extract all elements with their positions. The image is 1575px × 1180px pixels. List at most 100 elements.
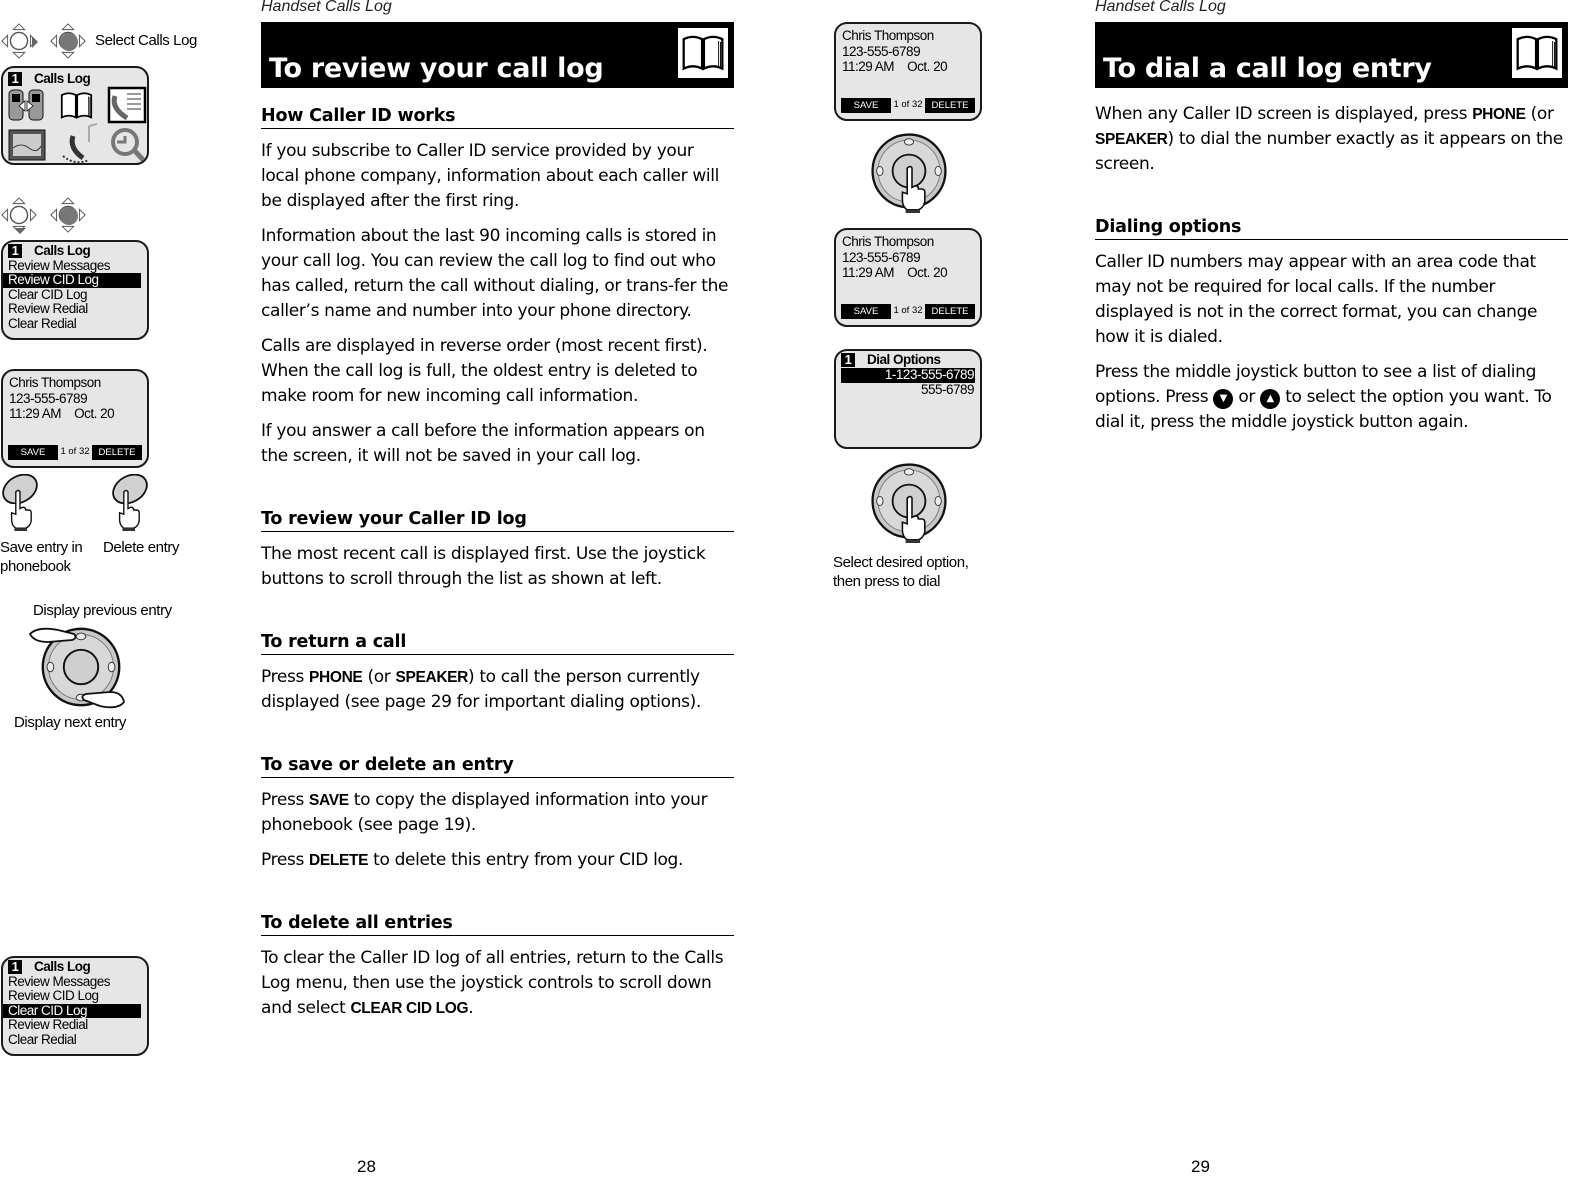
save-softkey[interactable]: SAVE: [8, 445, 58, 460]
menu-title: Calls Log: [34, 243, 91, 258]
call-date: Oct. 20: [907, 265, 948, 280]
finger-press-left-softkey-icon: [0, 474, 40, 532]
menu-item[interactable]: Review Redial: [3, 1017, 147, 1033]
paragraph: Calls are displayed in reverse order (mo…: [261, 336, 708, 406]
step1-dpad-pressed: [49, 22, 87, 60]
paragraph: Press SAVE to copy the displayed informa…: [261, 790, 708, 835]
delete-softkey-press: [108, 474, 150, 536]
menu-title: Dial Options: [867, 352, 941, 367]
picture-icon: [8, 129, 46, 161]
running-head-right: Handset Calls Log: [1095, 0, 1226, 15]
lcd-clear-cid-menu: 1 Calls Log Review Messages Review CID Lo…: [1, 956, 149, 1056]
step2-dpad-pressed: [49, 196, 87, 234]
joystick-center-press: [868, 130, 952, 218]
finger-press-right-softkey-icon: [110, 474, 150, 532]
menu-item[interactable]: Review Redial: [3, 301, 147, 317]
page-number-left: 28: [357, 1157, 376, 1176]
menu-number: 1: [8, 72, 22, 87]
menu-item-selected[interactable]: Review CID Log: [3, 272, 141, 288]
caller-name: Chris Thompson: [842, 28, 934, 43]
lcd-caller-id-entry: Chris Thompson 123-555-6789 11:29 AM Oct…: [1, 369, 149, 468]
menu-item[interactable]: Review Messages: [3, 258, 147, 274]
delete-softkey[interactable]: DELETE: [925, 304, 975, 319]
open-book-icon: [678, 28, 728, 78]
call-time: 11:29 AM: [9, 406, 62, 421]
step1-dpad-hollow: [0, 22, 38, 60]
step2-dpad-down: [0, 196, 38, 234]
joystick-center-press-icon: [871, 133, 947, 214]
entry-counter: 1 of 32: [60, 446, 90, 458]
lcd-calls-log-menu: 1 Calls Log Review Messages Review CID Lo…: [1, 240, 149, 340]
lcd-caller-id-entry: Chris Thompson 123-555-6789 11:29 AM Oct…: [834, 228, 982, 327]
calls-log-icon: [107, 86, 147, 124]
delete-entry-caption: Delete entry: [103, 539, 180, 556]
paragraph: When any Caller ID screen is displayed, …: [1095, 104, 1563, 174]
settings-icon: [111, 128, 147, 163]
call-time: 11:29 AM: [842, 265, 895, 280]
caller-number: 123-555-6789: [9, 390, 88, 406]
call-date: Oct. 20: [907, 59, 948, 74]
joystick-center-press-icon: [871, 463, 947, 544]
menu-number: 1: [841, 353, 855, 368]
save-softkey[interactable]: SAVE: [841, 304, 891, 319]
heading-review-caller-id-log: To review your Caller ID log: [261, 509, 734, 532]
joystick-right-icon: [0, 22, 38, 60]
entry-counter: 1 of 32: [893, 305, 923, 317]
paragraph: Press DELETE to delete this entry from y…: [261, 850, 683, 870]
delete-key-label: DELETE: [309, 852, 369, 869]
page-number-right: 29: [1191, 1157, 1210, 1176]
paragraph: Information about the last 90 incoming c…: [261, 226, 729, 321]
caller-number: 123-555-6789: [842, 249, 921, 265]
joystick-center-pressed-icon: [49, 196, 87, 234]
speaker-key-label: SPEAKER: [1095, 131, 1168, 148]
save-softkey[interactable]: SAVE: [841, 98, 891, 113]
dial-option[interactable]: 555-6789: [836, 382, 980, 398]
caller-name: Chris Thompson: [9, 375, 101, 390]
paragraph: Caller ID numbers may appear with an are…: [1095, 252, 1538, 347]
left-main-column: How Caller ID works If you subscribe to …: [261, 106, 734, 1031]
heading-how-caller-id-works: How Caller ID works: [261, 106, 734, 129]
clear-cid-log-key-label: CLEAR CID LOG: [350, 1000, 469, 1017]
save-key-label: SAVE: [309, 792, 349, 809]
right-main-column: When any Caller ID screen is displayed, …: [1095, 102, 1568, 445]
save-softkey-press: [0, 474, 42, 536]
menu-item[interactable]: Review CID Log: [3, 988, 147, 1004]
call-date: Oct. 20: [74, 406, 115, 421]
banner-title: To dial a call log entry: [1103, 53, 1432, 84]
menu-item[interactable]: Clear CID Log: [3, 287, 147, 303]
menu-title: Calls Log: [34, 959, 91, 974]
menu-item[interactable]: Review Messages: [3, 974, 147, 990]
paragraph: The most recent call is displayed first.…: [261, 544, 706, 589]
entry-counter: 1 of 32: [893, 99, 923, 111]
dial-option-selected[interactable]: 1-123-555-6789: [841, 367, 975, 383]
intercom-handsets-icon: [8, 89, 44, 121]
paragraph: To clear the Caller ID log of all entrie…: [261, 948, 724, 1018]
caller-name: Chris Thompson: [842, 234, 934, 249]
lcd-caller-id-entry: Chris Thompson 123-555-6789 11:29 AM Oct…: [834, 22, 982, 121]
joystick-center-press: [868, 460, 952, 548]
speaker-key-label: SPEAKER: [395, 669, 469, 686]
menu-number: 1: [8, 244, 22, 259]
caller-number: 123-555-6789: [842, 43, 921, 59]
banner-title: To review your call log: [269, 53, 604, 84]
paragraph: Press the middle joystick button to see …: [1095, 362, 1552, 432]
menu-item[interactable]: Clear Redial: [3, 316, 147, 332]
joystick-down-icon: ▼: [1213, 389, 1234, 409]
phonebook-icon: [60, 92, 93, 119]
section-banner-left: To review your call log: [261, 22, 734, 88]
menu-title: Calls Log: [34, 71, 91, 86]
delete-softkey[interactable]: DELETE: [92, 445, 142, 460]
heading-save-or-delete: To save or delete an entry: [261, 755, 734, 778]
joystick-up-icon: ▲: [1260, 389, 1281, 409]
menu-item-selected[interactable]: Clear CID Log: [3, 1003, 141, 1018]
joystick-up-down-icon: [28, 627, 125, 709]
delete-softkey[interactable]: DELETE: [925, 98, 975, 113]
joystick-down-icon: [0, 196, 38, 234]
phone-key-label: PHONE: [309, 669, 363, 686]
display-previous-caption: Display previous entry: [33, 602, 172, 619]
menu-item[interactable]: Clear Redial: [3, 1032, 147, 1048]
joystick-scroll: [28, 620, 128, 714]
section-banner-right: To dial a call log entry: [1095, 22, 1568, 88]
heading-delete-all-entries: To delete all entries: [261, 913, 734, 936]
step1-caption: Select Calls Log: [95, 32, 197, 49]
